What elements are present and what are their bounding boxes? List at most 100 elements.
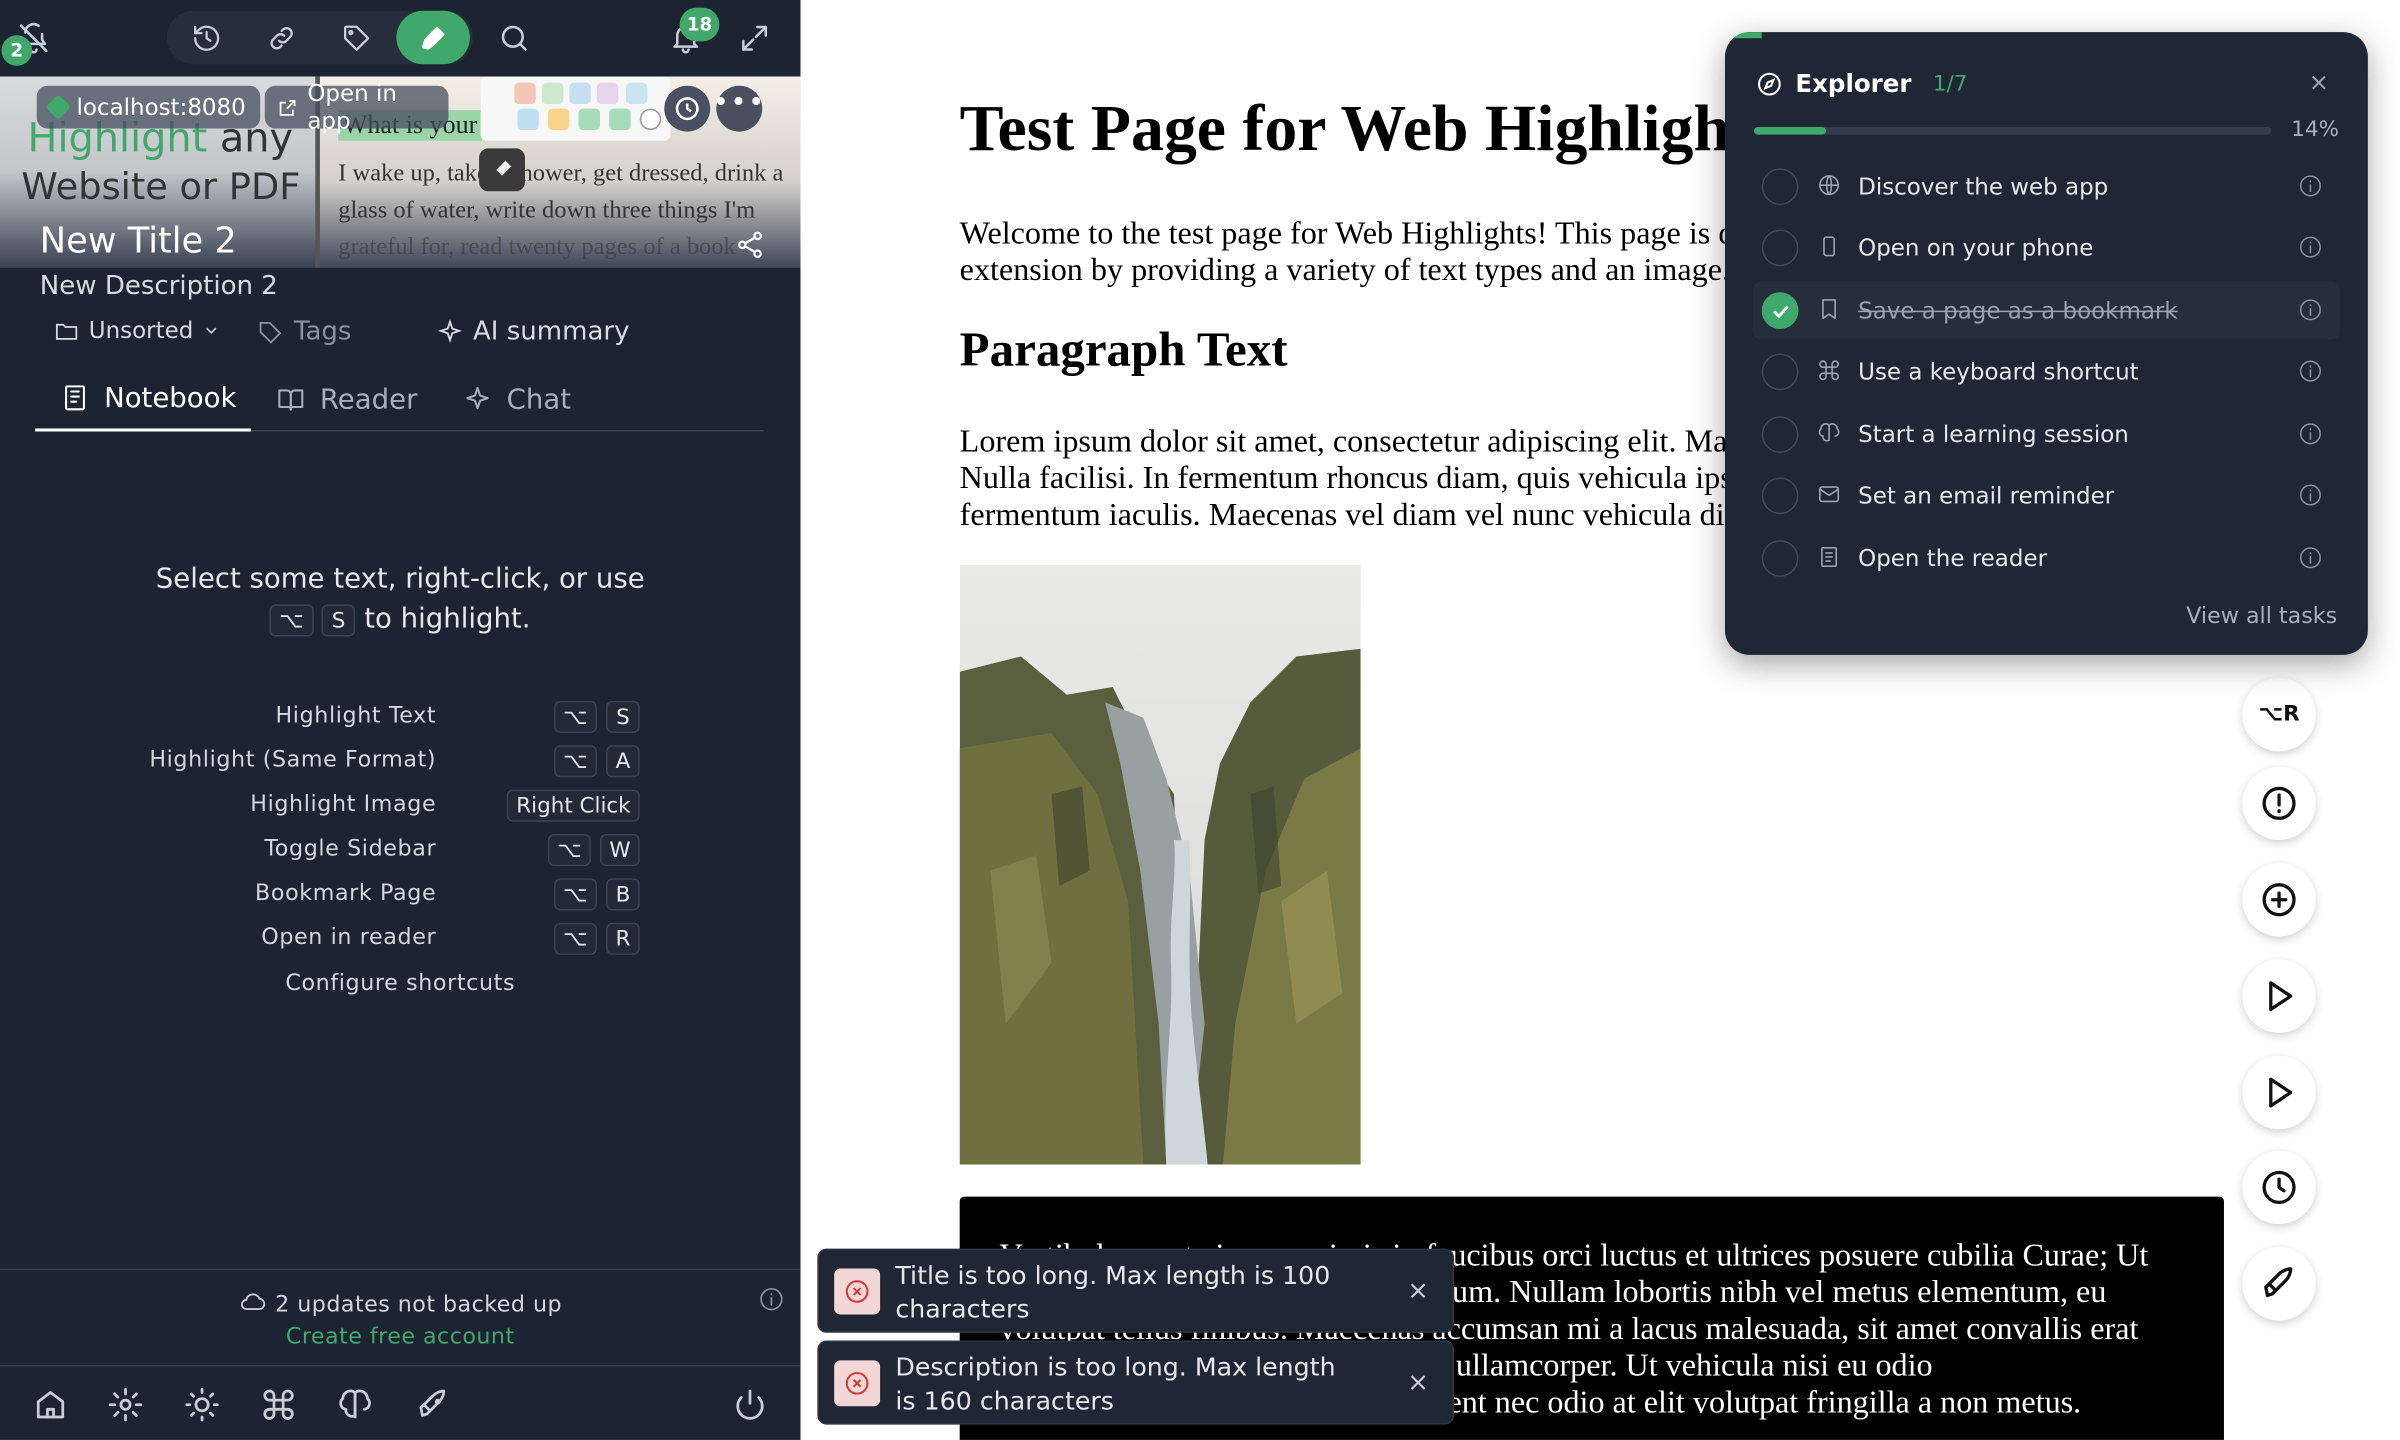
status-badge: 2 (1, 35, 33, 66)
command-icon[interactable] (257, 1383, 300, 1426)
tab-reader[interactable]: Reader (276, 367, 418, 431)
close-toast-icon[interactable] (1405, 1278, 1431, 1310)
folder-label: Unsorted (88, 316, 194, 345)
shortcut-label: Open in reader (261, 925, 437, 951)
info-icon[interactable] (2297, 482, 2323, 514)
task-discover-web-app[interactable]: Discover the web app (1753, 158, 2341, 216)
shortcut-label: Bookmark Page (255, 881, 437, 906)
folder-icon (55, 323, 78, 339)
task-open-on-phone[interactable]: Open on your phone (1753, 219, 2341, 277)
alert-circle-icon (2262, 786, 2296, 820)
keycap: ⌥ (553, 700, 597, 733)
folder-selector[interactable]: Unsorted (54, 316, 221, 345)
task-checkbox[interactable] (1761, 416, 1799, 453)
highlighter-pen-icon[interactable] (479, 148, 525, 192)
close-explorer-button[interactable] (2307, 70, 2331, 101)
view-all-tasks-link[interactable]: View all tasks (2186, 604, 2337, 628)
home-icon[interactable] (29, 1383, 72, 1426)
info-icon[interactable] (2297, 545, 2323, 577)
info-icon[interactable] (2297, 358, 2323, 390)
color-swatch (626, 82, 648, 105)
command-icon (1817, 358, 1841, 389)
ai-summary-label: AI summary (472, 316, 630, 348)
task-label: Open on your phone (1858, 234, 2094, 262)
task-open-reader[interactable]: Open the reader (1753, 529, 2341, 587)
play-icon (2269, 981, 2293, 1012)
task-keyboard-shortcut[interactable]: Use a keyboard shortcut (1753, 343, 2341, 401)
compass-icon (1758, 72, 1781, 95)
explorer-progress-fill (1754, 127, 1827, 135)
more-button[interactable]: ••• (713, 85, 764, 132)
clock-icon (675, 97, 699, 121)
tab-chat[interactable]: Chat (462, 367, 571, 431)
open-in-app-button[interactable]: Open in app (264, 80, 449, 135)
info-icon[interactable] (2297, 421, 2323, 453)
history-button[interactable] (170, 11, 243, 65)
color-swatch (569, 82, 591, 105)
page-title[interactable]: New Title 2 (40, 222, 237, 262)
shortcut-row: Highlight Text ⌥ S (0, 700, 801, 735)
gear-icon[interactable] (104, 1383, 147, 1426)
shortcut-row: Open in reader ⌥ R (0, 922, 801, 957)
info-icon[interactable] (2297, 297, 2323, 329)
site-chip[interactable]: localhost:8080 (36, 85, 261, 129)
canyon-image[interactable] (959, 564, 1361, 1165)
play-button[interactable] (2242, 1055, 2316, 1130)
tab-notebook[interactable]: Notebook (35, 367, 252, 432)
info-icon[interactable] (2297, 173, 2323, 205)
explorer-header: Explorer 1/7 (1756, 69, 1967, 98)
task-learning-session[interactable]: Start a learning session (1753, 406, 2341, 464)
keycap: W (600, 833, 640, 867)
task-save-bookmark[interactable]: Save a page as a bookmark (1752, 281, 2341, 340)
task-checkbox[interactable] (1761, 477, 1799, 515)
intro-paragraph-line: extension by providing a variety of text… (959, 250, 1731, 288)
link-button[interactable] (245, 11, 318, 65)
check-icon (1772, 304, 1788, 318)
sparkle-icon (466, 386, 489, 410)
shortcut-label: Highlight (Same Format) (149, 748, 437, 773)
task-checkbox[interactable] (1761, 353, 1799, 391)
document-icon (1817, 545, 1841, 576)
task-checkbox-checked[interactable] (1761, 292, 1799, 329)
reader-shortcut-button[interactable]: ⌥R (2242, 677, 2316, 752)
create-account-link[interactable]: Create free account (0, 1325, 801, 1349)
close-icon (2312, 75, 2326, 90)
rocket-button[interactable] (2242, 1247, 2316, 1321)
clock-button[interactable] (2242, 1150, 2316, 1225)
keycap: ⌥ (553, 745, 597, 778)
task-checkbox[interactable] (1761, 540, 1799, 577)
share-icon[interactable] (732, 226, 769, 263)
alert-button[interactable] (2242, 766, 2316, 841)
keycap: R (606, 922, 640, 955)
info-icon[interactable] (2297, 234, 2323, 266)
sun-icon[interactable] (181, 1383, 224, 1426)
tags-selector[interactable]: Tags (257, 317, 351, 347)
color-swatch (609, 108, 631, 131)
explorer-progress-label: 14% (2291, 117, 2339, 143)
info-icon[interactable] (756, 1284, 787, 1315)
play-icon (2269, 1077, 2293, 1108)
task-email-reminder[interactable]: Set an email reminder (1753, 467, 2341, 525)
search-icon[interactable] (493, 18, 536, 58)
page-description[interactable]: New Description 2 (40, 271, 278, 302)
sidebar-tabs: Notebook Reader Chat (35, 367, 764, 432)
chevron-down-icon (206, 327, 217, 334)
ai-summary-button[interactable]: AI summary (436, 316, 630, 348)
task-checkbox[interactable] (1761, 168, 1799, 206)
configure-shortcuts-link[interactable]: Configure shortcuts (0, 972, 801, 996)
play-button[interactable] (2242, 959, 2316, 1033)
rocket-icon[interactable] (412, 1383, 455, 1426)
add-button[interactable] (2242, 863, 2316, 937)
brain-icon[interactable] (334, 1383, 377, 1426)
add-color-icon[interactable] (639, 108, 662, 131)
task-checkbox[interactable] (1761, 229, 1799, 267)
expand-icon[interactable] (735, 18, 775, 58)
preview-snippet-line: glass of water, write down three things … (338, 197, 756, 224)
tab-reader-label: Reader (319, 383, 418, 416)
highlighter-button[interactable] (396, 10, 470, 65)
power-icon[interactable] (729, 1383, 772, 1426)
close-toast-icon[interactable] (1405, 1370, 1431, 1402)
task-label: Set an email reminder (1858, 482, 2115, 510)
clock-button[interactable] (664, 85, 711, 132)
tag-button[interactable] (320, 11, 393, 65)
